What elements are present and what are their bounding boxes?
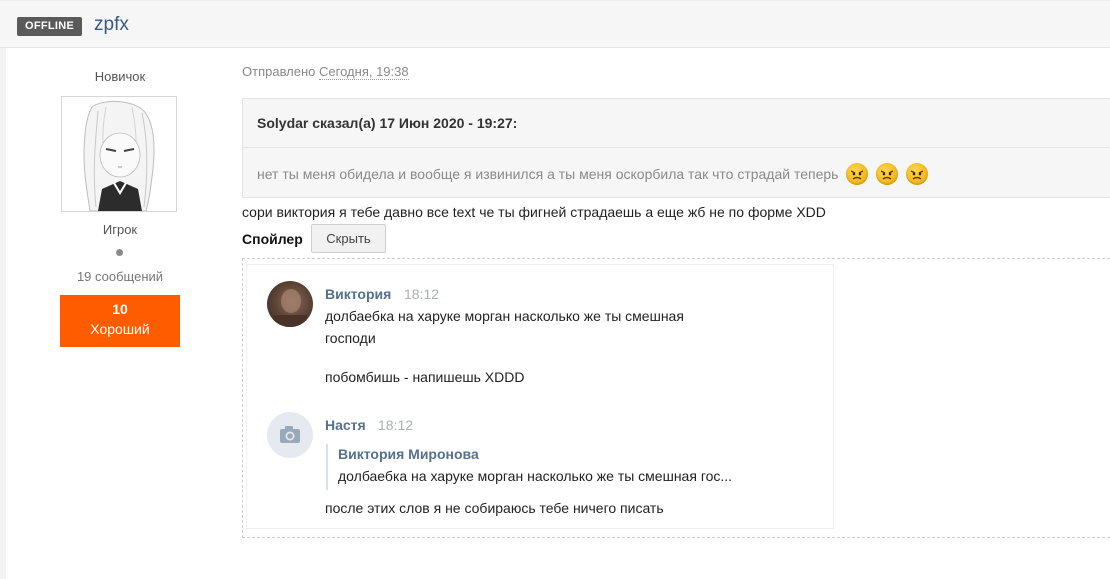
forward-bar [326,444,328,490]
forwarded-author[interactable]: Виктория Миронова [338,446,479,462]
angry-face-icon [876,163,899,185]
angry-face-icon [846,163,869,185]
author-username-link[interactable]: zpfx [94,14,129,36]
status-badge: OFFLINE [17,17,83,36]
message-time: 18:12 [404,286,440,302]
sent-prefix: Отправлено [242,64,316,79]
anime-girl-avatar-image [62,97,176,211]
rank-pip-icon [116,249,123,256]
message-line: после этих слов я не собираюсь тебе ниче… [325,500,664,516]
message-author[interactable]: Виктория [325,286,391,302]
user-group: Игрок [102,222,138,237]
message-line: долбаебка на харуке морган насколько же … [325,308,684,324]
camera-icon [280,426,300,443]
sent-time: Сегодня, 19:38 [319,64,409,80]
message-time: 18:12 [378,417,414,433]
reputation-label: Хороший [90,321,150,337]
post-date: Отправлено Сегодня, 19:38 [242,64,409,80]
quote-text-row: нет ты меня обидела и вообще я извинился… [257,163,929,185]
spoiler-label: Спойлер [242,231,303,247]
quote-divider [243,147,1110,148]
forwarded-text: долбаебка на харуке морган насколько же … [338,468,733,484]
message-author[interactable]: Настя [325,417,366,433]
quote-text: нет ты меня обидела и вообще я извинился… [257,166,839,182]
post-reply-text: сори виктория я тебе давно все text че т… [242,204,826,220]
reputation-badge: 10 Хороший [60,295,180,347]
avatar[interactable] [61,96,177,212]
post-header: OFFLINE zpfx [0,0,1110,48]
avatar [267,281,313,327]
message-line: побомбишь - напишешь XDDD [325,369,525,385]
rank-title: Новичок [94,69,146,84]
quote-block: Solydar сказал(а) 17 Июн 2020 - 19:27: н… [242,98,1110,198]
message-line: господи [325,330,376,346]
quote-citation: Solydar сказал(а) 17 Июн 2020 - 19:27: [257,115,518,131]
reputation-value: 10 [112,301,128,317]
spoiler-toggle-button[interactable]: Скрыть [311,224,386,253]
angry-face-icon [906,163,929,185]
avatar [267,412,313,458]
post-count: 19 сообщений [76,269,164,284]
